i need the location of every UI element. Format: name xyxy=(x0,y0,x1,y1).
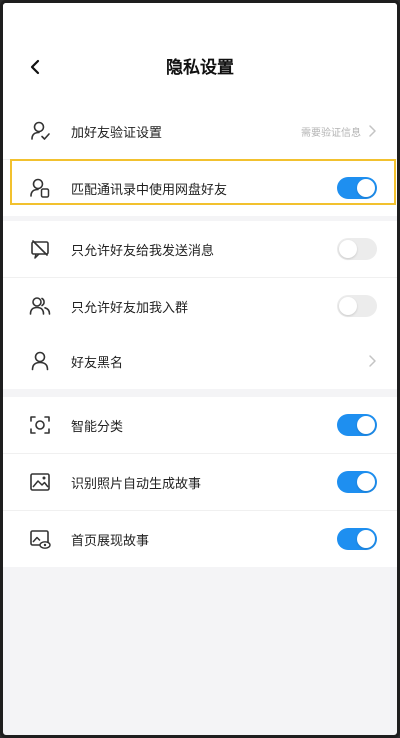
auto-story-toggle[interactable] xyxy=(337,471,377,493)
chevron-right-icon xyxy=(369,355,376,367)
row-label: 首页展现故事 xyxy=(71,533,150,549)
photo-icon xyxy=(30,473,50,491)
toggle-knob xyxy=(339,297,357,315)
section-messaging: 只允许好友给我发送消息 只允许好友加我入群 xyxy=(3,221,397,334)
toggle-knob xyxy=(357,530,375,548)
home-story-toggle[interactable] xyxy=(337,528,377,550)
row-auto-story[interactable]: 识别照片自动生成故事 xyxy=(3,454,397,510)
row-label: 匹配通讯录中使用网盘好友 xyxy=(71,182,228,198)
smart-classify-toggle[interactable] xyxy=(337,414,377,436)
row-label: 加好友验证设置 xyxy=(71,125,163,141)
row-contacts-match[interactable]: 匹配通讯录中使用网盘好友 xyxy=(3,160,397,216)
row-friends-only-group[interactable]: 只允许好友加我入群 xyxy=(3,278,397,334)
toggle-knob xyxy=(357,473,375,491)
header: 隐私设置 xyxy=(3,3,397,103)
row-home-story[interactable]: 首页展现故事 xyxy=(3,511,397,567)
row-label: 只允许好友加我入群 xyxy=(71,300,189,316)
section-photos: 智能分类 识别照片自动生成故事 首页展现故事 xyxy=(3,397,397,567)
row-label: 识别照片自动生成故事 xyxy=(71,476,202,492)
section-friend-verification: 加好友验证设置 需要验证信息 匹配通讯录中使用网盘好友 xyxy=(3,103,397,216)
toggle-knob xyxy=(357,416,375,434)
row-friends-only-message[interactable]: 只允许好友给我发送消息 xyxy=(3,221,397,277)
row-label: 好友黑名 xyxy=(71,355,124,371)
contacts-match-icon xyxy=(30,178,50,198)
page-title: 隐私设置 xyxy=(166,58,234,78)
row-friend-blacklist[interactable]: 好友黑名 xyxy=(3,333,397,389)
photo-eye-icon xyxy=(30,530,51,549)
message-block-icon xyxy=(31,240,49,259)
scan-face-icon xyxy=(30,416,50,434)
group-icon xyxy=(29,297,51,315)
row-smart-classify[interactable]: 智能分类 xyxy=(3,397,397,453)
contacts-match-toggle[interactable] xyxy=(337,177,377,199)
user-check-icon xyxy=(31,121,50,140)
row-friend-verification[interactable]: 加好友验证设置 需要验证信息 xyxy=(3,103,397,159)
row-label: 智能分类 xyxy=(71,419,124,435)
row-value: 需要验证信息 xyxy=(301,127,361,139)
friends-only-message-toggle[interactable] xyxy=(337,238,377,260)
section-blacklist: 好友黑名 xyxy=(3,333,397,389)
toggle-knob xyxy=(339,240,357,258)
user-icon xyxy=(31,351,49,371)
phone-screen: 隐私设置 加好友验证设置 需要验证信息 匹配通讯录中使用网盘好友 只允许好友给我… xyxy=(0,0,400,738)
toggle-knob xyxy=(357,179,375,197)
chevron-right-icon xyxy=(369,125,376,137)
row-label: 只允许好友给我发送消息 xyxy=(71,243,215,259)
friends-only-group-toggle[interactable] xyxy=(337,295,377,317)
